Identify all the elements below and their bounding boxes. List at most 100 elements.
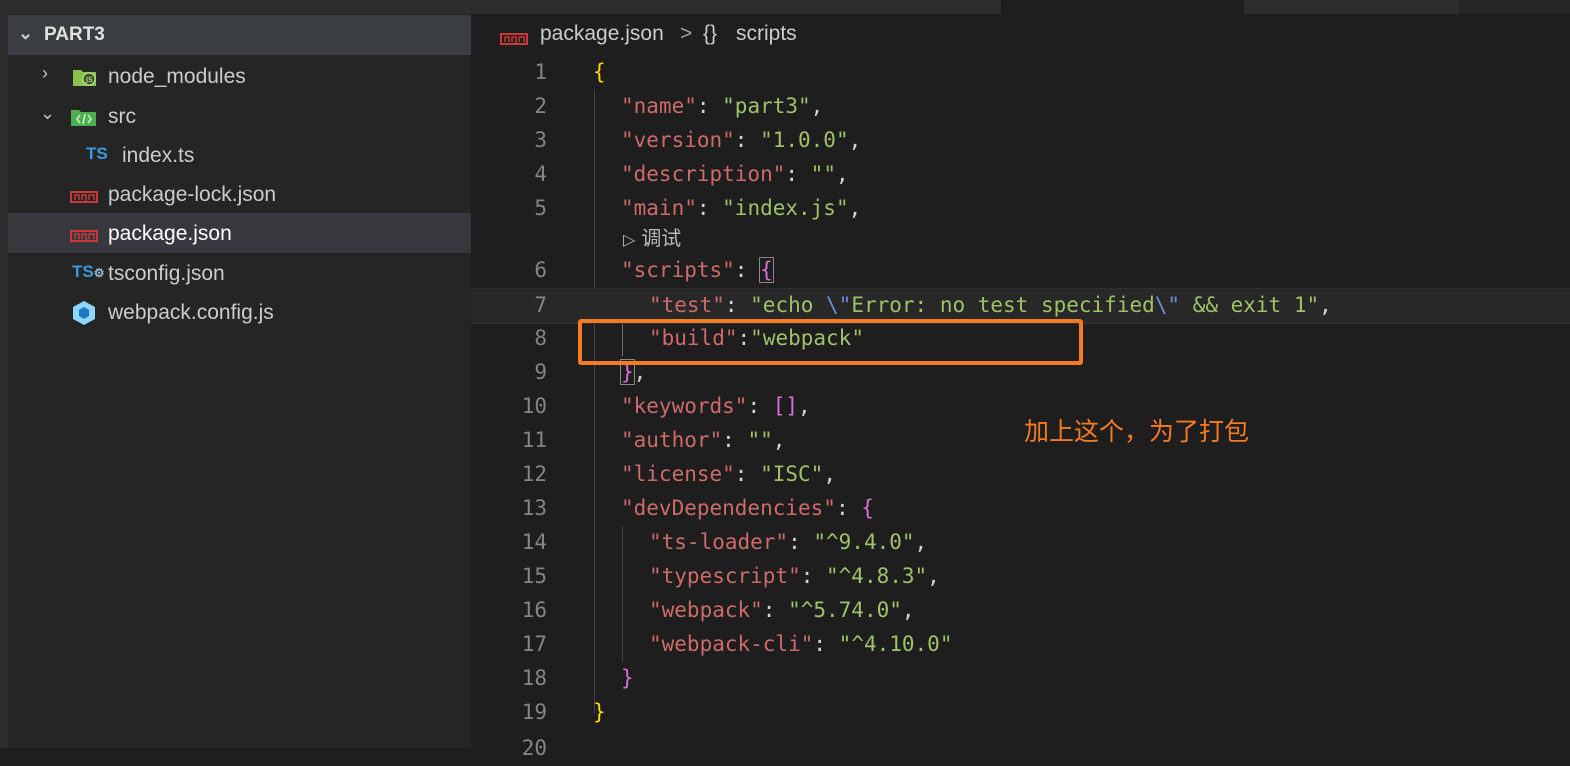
line-number: 4 bbox=[534, 162, 547, 186]
chevron-down-icon: ⌄ bbox=[40, 103, 56, 123]
code-line: 4 "description": "", bbox=[471, 158, 1570, 192]
code-line: 11 "author": "", bbox=[471, 424, 1570, 458]
json-key: "webpack" bbox=[649, 598, 763, 622]
tree-item-label: node_modules bbox=[108, 65, 246, 88]
codelens-debug[interactable]: ▷ 调试 bbox=[623, 222, 681, 252]
code-line: 13 "devDependencies": { bbox=[471, 492, 1570, 526]
json-key: "typescript" bbox=[649, 564, 801, 588]
code-line: 3 "version": "1.0.0", bbox=[471, 124, 1570, 158]
tree-item-label: package.json bbox=[108, 222, 232, 245]
line-number: 18 bbox=[521, 666, 547, 690]
json-value: && exit 1" bbox=[1180, 293, 1320, 317]
tab-active[interactable] bbox=[1001, 0, 1244, 14]
explorer-section-header[interactable]: ⌄ PART3 bbox=[8, 15, 471, 55]
npm-icon bbox=[70, 186, 98, 208]
code-line: 10 "keywords": [], bbox=[471, 390, 1570, 424]
sidebar-top-strip bbox=[8, 0, 471, 14]
chevron-right-icon: › bbox=[42, 63, 48, 83]
tree-item-package-lock-json[interactable]: package-lock.json bbox=[8, 174, 471, 214]
json-key: "test" bbox=[649, 293, 725, 317]
json-key: "devDependencies" bbox=[621, 496, 836, 520]
folder-src-icon bbox=[70, 106, 96, 128]
explorer-sidebar: ⌄ PART3 › JS node_modules ⌄ src TS index… bbox=[8, 0, 471, 748]
webpack-icon bbox=[72, 300, 98, 325]
code-line: 19 } bbox=[471, 696, 1570, 730]
json-key: "version" bbox=[621, 128, 735, 152]
json-value: "echo bbox=[750, 293, 827, 317]
json-key: "webpack-cli" bbox=[649, 632, 814, 656]
code-editor[interactable]: 1 { 2 "name": "part3", 3 "version": "1.0… bbox=[471, 56, 1570, 760]
json-value: "part3" bbox=[722, 94, 811, 118]
play-icon: ▷ bbox=[623, 232, 636, 249]
json-value: "index.js" bbox=[722, 196, 849, 220]
line-number: 7 bbox=[534, 293, 547, 317]
line-number: 12 bbox=[521, 462, 547, 486]
highlight-box bbox=[578, 319, 1083, 365]
json-value: "^4.8.3" bbox=[826, 564, 928, 588]
codelens-label: 调试 bbox=[641, 228, 682, 250]
breadcrumb-file[interactable]: package.json bbox=[540, 22, 664, 46]
tree-item-node-modules[interactable]: › JS node_modules bbox=[8, 56, 471, 96]
tab-inactive[interactable] bbox=[471, 0, 1001, 14]
line-number: 16 bbox=[521, 598, 547, 622]
json-value: "ISC" bbox=[760, 462, 824, 486]
explorer-section-title: PART3 bbox=[44, 24, 105, 45]
code-line: 5 "main": "index.js", bbox=[471, 192, 1570, 226]
line-number: 19 bbox=[521, 700, 547, 724]
json-value: "^4.10.0" bbox=[838, 632, 953, 656]
chevron-down-icon: ⌄ bbox=[18, 23, 34, 43]
tree-item-src[interactable]: ⌄ src bbox=[8, 96, 471, 136]
tree-item-label: webpack.config.js bbox=[108, 301, 274, 324]
tree-item-label: package-lock.json bbox=[108, 183, 277, 206]
annotation-text: 加上这个，为了打包 bbox=[1024, 417, 1250, 446]
json-escape: \" bbox=[826, 293, 852, 317]
json-value: "1.0.0" bbox=[760, 128, 849, 152]
line-number: 1 bbox=[534, 60, 547, 84]
json-key: "ts-loader" bbox=[649, 530, 789, 554]
tab-bar bbox=[471, 0, 1570, 14]
json-value: Error: no test specified bbox=[851, 293, 1155, 317]
tree-item-label: src bbox=[108, 105, 136, 128]
folder-node-icon: JS bbox=[72, 66, 98, 88]
tree-item-tsconfig-json[interactable]: TS⚙ tsconfig.json bbox=[8, 253, 471, 293]
code-line: 16 "webpack": "^5.74.0", bbox=[471, 594, 1570, 628]
tsconfig-icon: TS⚙ bbox=[72, 262, 105, 281]
line-number: 8 bbox=[534, 326, 547, 350]
tree-item-index-ts[interactable]: TS index.ts bbox=[8, 135, 471, 175]
activity-bar-edge bbox=[0, 0, 8, 748]
json-key: "name" bbox=[621, 94, 697, 118]
json-key: "license" bbox=[621, 462, 735, 486]
code-line: 15 "typescript": "^4.8.3", bbox=[471, 560, 1570, 594]
json-key: "scripts" bbox=[621, 258, 735, 282]
json-key: "keywords" bbox=[621, 394, 748, 418]
line-number: 17 bbox=[521, 632, 547, 656]
json-value: "^5.74.0" bbox=[788, 598, 902, 622]
svg-text:JS: JS bbox=[85, 76, 93, 84]
code-line: 17 "webpack-cli": "^4.10.0" bbox=[471, 628, 1570, 662]
tab-inactive[interactable] bbox=[1244, 0, 1459, 14]
line-number: 3 bbox=[534, 128, 547, 152]
json-key: "main" bbox=[621, 196, 697, 220]
line-number: 11 bbox=[521, 428, 547, 452]
breadcrumb-symbol[interactable]: scripts bbox=[736, 22, 797, 46]
tree-item-webpack-config-js[interactable]: webpack.config.js bbox=[8, 292, 471, 332]
line-number: 5 bbox=[534, 196, 547, 220]
json-escape: \" bbox=[1154, 293, 1181, 317]
npm-icon bbox=[500, 28, 528, 52]
tsconfig-icon-text: TS bbox=[72, 262, 94, 281]
json-value: "" bbox=[747, 428, 773, 452]
code-line: 20 bbox=[471, 732, 1570, 766]
tree-item-label: index.ts bbox=[122, 144, 195, 167]
line-number: 15 bbox=[521, 564, 547, 588]
line-number: 20 bbox=[521, 736, 547, 760]
code-line: 6 "scripts": { bbox=[471, 254, 1570, 288]
typescript-icon: TS bbox=[86, 144, 108, 163]
json-key: "description" bbox=[621, 162, 786, 186]
line-number: 14 bbox=[521, 530, 547, 554]
line-number: 9 bbox=[534, 360, 547, 384]
breadcrumb-separator: > bbox=[680, 22, 693, 45]
json-value: "^9.4.0" bbox=[813, 530, 915, 554]
tree-item-label: tsconfig.json bbox=[108, 262, 225, 285]
line-number: 2 bbox=[534, 94, 547, 118]
tree-item-package-json[interactable]: package.json bbox=[8, 213, 471, 253]
